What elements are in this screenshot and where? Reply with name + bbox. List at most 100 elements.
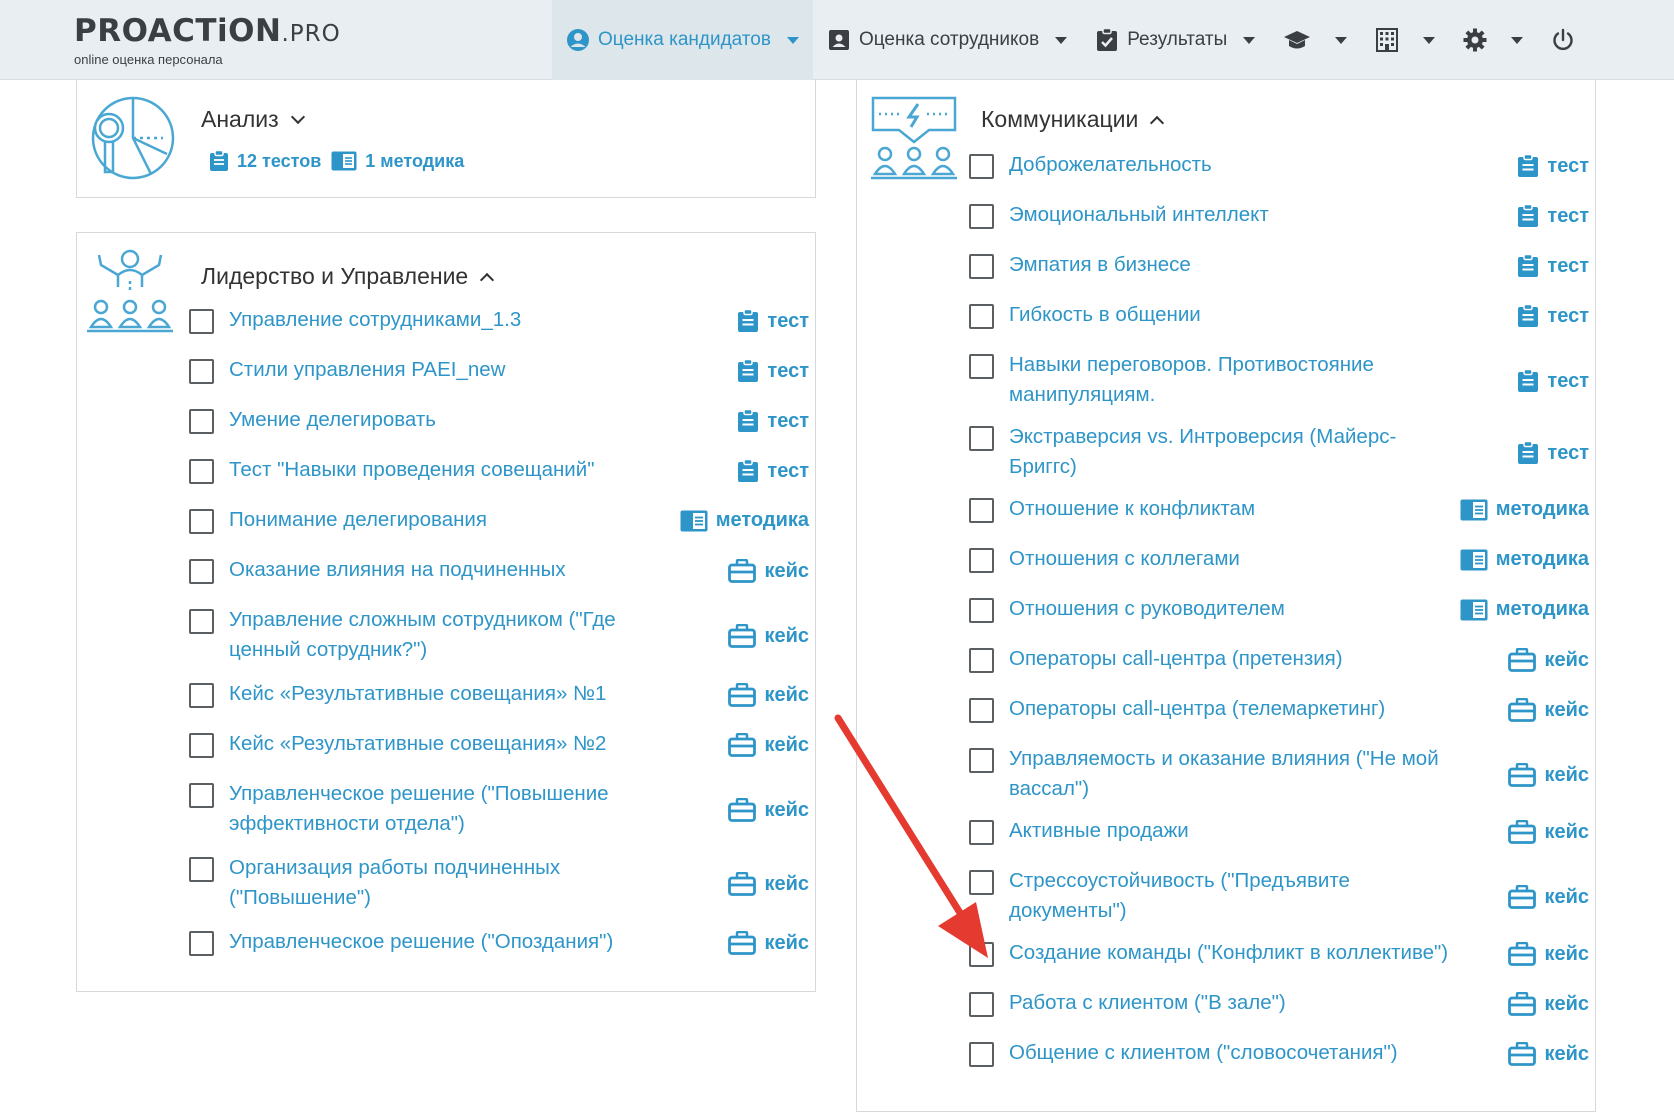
assessment-item-label[interactable]: Операторы call-центра (телемаркетинг) xyxy=(1009,694,1484,724)
briefcase-icon xyxy=(1508,820,1537,844)
item-type-badge[interactable]: кейс xyxy=(1508,885,1589,909)
assessment-item-label[interactable]: Кейс «Результативные совещания» №1 xyxy=(229,679,669,709)
assessment-item-label[interactable]: Гибкость в общении xyxy=(1009,300,1484,330)
checkbox[interactable] xyxy=(969,254,994,279)
checkbox[interactable] xyxy=(189,609,214,634)
communication-title[interactable]: Коммуникации xyxy=(981,106,1165,133)
checkbox[interactable] xyxy=(189,359,214,384)
item-type-badge[interactable]: тест xyxy=(1517,204,1589,228)
item-type-badge[interactable]: тест xyxy=(737,459,809,483)
assessment-item-label[interactable]: Доброжелательность xyxy=(1009,150,1484,180)
assessment-item-label[interactable]: Управляемость и оказание влияния ("Не мо… xyxy=(1009,744,1484,804)
checkbox[interactable] xyxy=(969,698,994,723)
assessment-item-label[interactable]: Тест "Навыки проведения совещаний" xyxy=(229,455,669,485)
assessment-item-label[interactable]: Стили управления PAEI_new xyxy=(229,355,669,385)
item-type-badge[interactable]: тест xyxy=(737,309,809,333)
checkbox[interactable] xyxy=(189,459,214,484)
assessment-item-label[interactable]: Операторы call-центра (претензия) xyxy=(1009,644,1484,674)
assessment-item-label[interactable]: Управленческое решение ("Опоздания") xyxy=(229,927,669,957)
nav-employees[interactable]: Оценка сотрудников xyxy=(813,0,1081,80)
item-type-badge[interactable]: кейс xyxy=(1508,992,1589,1016)
checkbox[interactable] xyxy=(189,931,214,956)
assessment-item-label[interactable]: Организация работы подчиненных ("Повышени… xyxy=(229,853,669,913)
checkbox[interactable] xyxy=(969,992,994,1017)
nav-settings[interactable] xyxy=(1449,0,1537,80)
item-label-line: Управление сложным сотрудником ("Где xyxy=(229,608,616,631)
item-type-badge[interactable]: кейс xyxy=(728,872,809,896)
nav-logout[interactable] xyxy=(1537,0,1597,80)
assessment-item-label[interactable]: Эмоциональный интеллект xyxy=(1009,200,1484,230)
logo[interactable]: PROACTiON.PRO online оценка персонала xyxy=(74,14,341,67)
assessment-item-label[interactable]: Кейс «Результативные совещания» №2 xyxy=(229,729,669,759)
checkbox[interactable] xyxy=(969,426,994,451)
item-type-badge[interactable]: кейс xyxy=(1508,698,1589,722)
assessment-item-label[interactable]: Экстраверсия vs. Интроверсия (Майерс- Бри… xyxy=(1009,422,1484,482)
assessment-item-label[interactable]: Понимание делегирования xyxy=(229,505,669,535)
checkbox[interactable] xyxy=(969,598,994,623)
nav-training[interactable] xyxy=(1269,0,1361,80)
leadership-title[interactable]: Лидерство и Управление xyxy=(201,263,495,290)
item-type-badge[interactable]: кейс xyxy=(728,683,809,707)
assessment-item-label[interactable]: Управление сотрудниками_1.3 xyxy=(229,305,669,335)
checkbox[interactable] xyxy=(969,870,994,895)
assessment-item-label[interactable]: Активные продажи xyxy=(1009,816,1484,846)
assessment-item-label[interactable]: Отношения с коллегами xyxy=(1009,544,1484,574)
item-type-badge[interactable]: методика xyxy=(1460,548,1589,571)
assessment-item-label[interactable]: Отношения с руководителем xyxy=(1009,594,1484,624)
item-type-badge[interactable]: тест xyxy=(1517,441,1589,465)
checkbox[interactable] xyxy=(969,354,994,379)
item-type-badge[interactable]: кейс xyxy=(1508,1042,1589,1066)
assessment-item-label[interactable]: Отношение к конфликтам xyxy=(1009,494,1484,524)
checkbox[interactable] xyxy=(969,204,994,229)
item-type-badge[interactable]: тест xyxy=(1517,369,1589,393)
checkbox[interactable] xyxy=(969,304,994,329)
nav-results[interactable]: Результаты xyxy=(1081,0,1269,80)
assessment-item-label[interactable]: Навыки переговоров. Противостояние манипу… xyxy=(1009,350,1484,410)
item-type-badge[interactable]: кейс xyxy=(728,559,809,583)
item-type-badge[interactable]: методика xyxy=(1460,598,1589,621)
assessment-item-label[interactable]: Стрессоустойчивость ("Предъявите документ… xyxy=(1009,866,1484,926)
item-type-badge[interactable]: кейс xyxy=(1508,942,1589,966)
assessment-item-label[interactable]: Управление сложным сотрудником ("Где ценн… xyxy=(229,605,669,665)
checkbox[interactable] xyxy=(969,548,994,573)
item-type-badge[interactable]: кейс xyxy=(728,931,809,955)
checkbox[interactable] xyxy=(189,559,214,584)
checkbox[interactable] xyxy=(969,942,994,967)
checkbox[interactable] xyxy=(189,683,214,708)
item-type-badge[interactable]: кейс xyxy=(728,624,809,648)
assessment-item-label[interactable]: Работа с клиентом ("В зале") xyxy=(1009,988,1484,1018)
assessment-item-label[interactable]: Эмпатия в бизнесе xyxy=(1009,250,1484,280)
checkbox[interactable] xyxy=(189,733,214,758)
item-type-badge[interactable]: тест xyxy=(1517,154,1589,178)
item-type-badge[interactable]: кейс xyxy=(728,733,809,757)
checkbox[interactable] xyxy=(189,509,214,534)
nav-company[interactable] xyxy=(1361,0,1449,80)
checkbox[interactable] xyxy=(189,783,214,808)
assessment-item-label[interactable]: Оказание влияния на подчиненных xyxy=(229,555,669,585)
item-type-badge[interactable]: тест xyxy=(737,409,809,433)
assessment-item-label[interactable]: Умение делегировать xyxy=(229,405,669,435)
checkbox[interactable] xyxy=(189,409,214,434)
nav-candidates[interactable]: Оценка кандидатов xyxy=(552,0,813,80)
item-type-badge[interactable]: кейс xyxy=(1508,820,1589,844)
checkbox[interactable] xyxy=(189,857,214,882)
item-type-badge[interactable]: кейс xyxy=(1508,648,1589,672)
assessment-item-label[interactable]: Управленческое решение ("Повышение эффект… xyxy=(229,779,669,839)
checkbox[interactable] xyxy=(969,648,994,673)
item-type-badge[interactable]: кейс xyxy=(728,798,809,822)
item-type-badge[interactable]: кейс xyxy=(1508,763,1589,787)
item-type-badge[interactable]: тест xyxy=(1517,254,1589,278)
checkbox[interactable] xyxy=(969,498,994,523)
item-type-badge[interactable]: тест xyxy=(737,359,809,383)
item-type-badge[interactable]: методика xyxy=(680,509,809,532)
item-type-badge[interactable]: методика xyxy=(1460,498,1589,521)
checkbox[interactable] xyxy=(969,820,994,845)
assessment-item-label[interactable]: Общение с клиентом ("словосочетания") xyxy=(1009,1038,1484,1068)
checkbox[interactable] xyxy=(189,309,214,334)
checkbox[interactable] xyxy=(969,1042,994,1067)
checkbox[interactable] xyxy=(969,154,994,179)
analysis-title[interactable]: Анализ xyxy=(201,106,305,133)
item-type-badge[interactable]: тест xyxy=(1517,304,1589,328)
assessment-item-label[interactable]: Создание команды ("Конфликт в коллективе… xyxy=(1009,938,1484,968)
checkbox[interactable] xyxy=(969,748,994,773)
